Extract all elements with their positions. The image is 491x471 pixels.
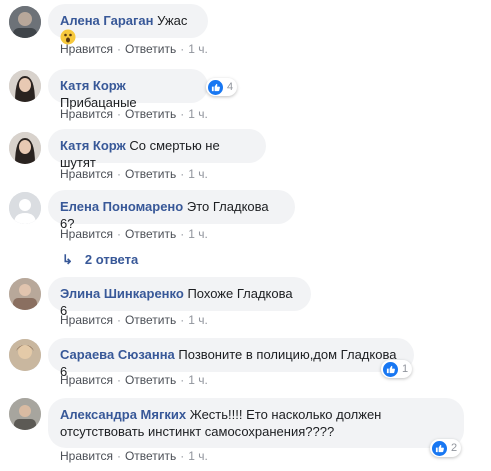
comment-bubble: Катя Корж Со смертью не шутят (48, 129, 266, 170)
commenter-name[interactable]: Сараева Сюзанна (60, 347, 175, 362)
reaction-count: 2 (451, 442, 458, 454)
avatar[interactable] (9, 339, 41, 371)
timestamp[interactable]: 1 ч. (188, 313, 208, 327)
timestamp[interactable]: 1 ч. (188, 107, 208, 121)
comment-bubble: Элина Шинкаренко Похоже Гладкова 6 (48, 277, 311, 318)
like-link[interactable]: Нравится (60, 373, 113, 387)
comment-bubble: Катя Корж Прибацаные (48, 69, 208, 110)
like-link[interactable]: Нравится (60, 313, 113, 327)
default-avatar-icon (9, 192, 41, 224)
like-link[interactable]: Нравится (60, 227, 113, 241)
comment-actions: Нравится · Ответить · 1 ч. (60, 42, 208, 56)
avatar[interactable] (9, 192, 41, 224)
reaction-badge[interactable]: 4 (206, 78, 238, 96)
timestamp[interactable]: 1 ч. (188, 42, 208, 56)
avatar-photo-icon (9, 132, 41, 164)
reply-link[interactable]: Ответить (125, 42, 176, 56)
commenter-name[interactable]: Катя Корж (60, 78, 126, 93)
reply-link[interactable]: Ответить (125, 227, 176, 241)
reaction-count: 1 (402, 363, 409, 375)
comment-text: Ужас (157, 13, 188, 28)
reply-arrow-icon: ↳ (62, 252, 73, 267)
replies-count[interactable]: 2 ответа (85, 252, 138, 267)
reaction-count: 4 (227, 81, 234, 93)
avatar-photo-icon (9, 278, 41, 310)
avatar[interactable] (9, 70, 41, 102)
reaction-badge[interactable]: 1 (381, 360, 413, 378)
comment-bubble: Елена Пономарено Это Гладкова 6? (48, 190, 295, 231)
avatar[interactable] (9, 398, 41, 430)
reply-link[interactable]: Ответить (125, 449, 176, 463)
comment-actions: Нравится · Ответить · 1 ч. (60, 449, 208, 463)
avatar[interactable] (9, 6, 41, 38)
timestamp[interactable]: 1 ч. (188, 373, 208, 387)
comment-text: Жесть!!!! Ето насколько должен (189, 407, 382, 422)
like-link[interactable]: Нравится (60, 107, 113, 121)
comment-actions: Нравится · Ответить · 1 ч. (60, 167, 208, 181)
commenter-name[interactable]: Алена Гараган (60, 13, 154, 28)
comment-text-continued: отсутствовать инстинкт самосохранения???… (60, 424, 335, 439)
comment-actions: Нравится · Ответить · 1 ч. (60, 313, 208, 327)
commenter-name[interactable]: Элина Шинкаренко (60, 286, 184, 301)
comment-bubble: Алена Гараган Ужас (48, 4, 208, 45)
avatar-photo-icon (9, 339, 41, 371)
timestamp[interactable]: 1 ч. (188, 227, 208, 241)
avatar[interactable] (9, 278, 41, 310)
avatar-photo-icon (9, 398, 41, 430)
comment-actions: Нравится · Ответить · 1 ч. (60, 373, 208, 387)
avatar-photo-icon (9, 70, 41, 102)
comment-actions: Нравится · Ответить · 1 ч. (60, 227, 208, 241)
reply-link[interactable]: Ответить (125, 167, 176, 181)
reply-link[interactable]: Ответить (125, 107, 176, 121)
commenter-name[interactable]: Катя Корж (60, 138, 126, 153)
timestamp[interactable]: 1 ч. (188, 449, 208, 463)
reaction-badge[interactable]: 2 (430, 439, 462, 457)
commenter-name[interactable]: Елена Пономарено (60, 199, 183, 214)
avatar[interactable] (9, 132, 41, 164)
commenter-name[interactable]: Александра Мягких (60, 407, 186, 422)
comment-actions: Нравится · Ответить · 1 ч. (60, 107, 208, 121)
comment-bubble: Александра Мягких Жесть!!!! Ето наскольк… (48, 398, 464, 448)
reply-link[interactable]: Ответить (125, 373, 176, 387)
thumbs-up-icon (432, 440, 447, 456)
comment-bubble: Сараева Сюзанна Позвоните в полицию,дом … (48, 338, 414, 379)
thumbs-up-icon (383, 361, 398, 377)
view-replies-link[interactable]: ↳ 2 ответа (62, 252, 138, 268)
reply-link[interactable]: Ответить (125, 313, 176, 327)
like-link[interactable]: Нравится (60, 449, 113, 463)
timestamp[interactable]: 1 ч. (188, 167, 208, 181)
avatar-photo-icon (9, 6, 41, 38)
like-link[interactable]: Нравится (60, 42, 113, 56)
like-link[interactable]: Нравится (60, 167, 113, 181)
thumbs-up-icon (208, 79, 223, 95)
